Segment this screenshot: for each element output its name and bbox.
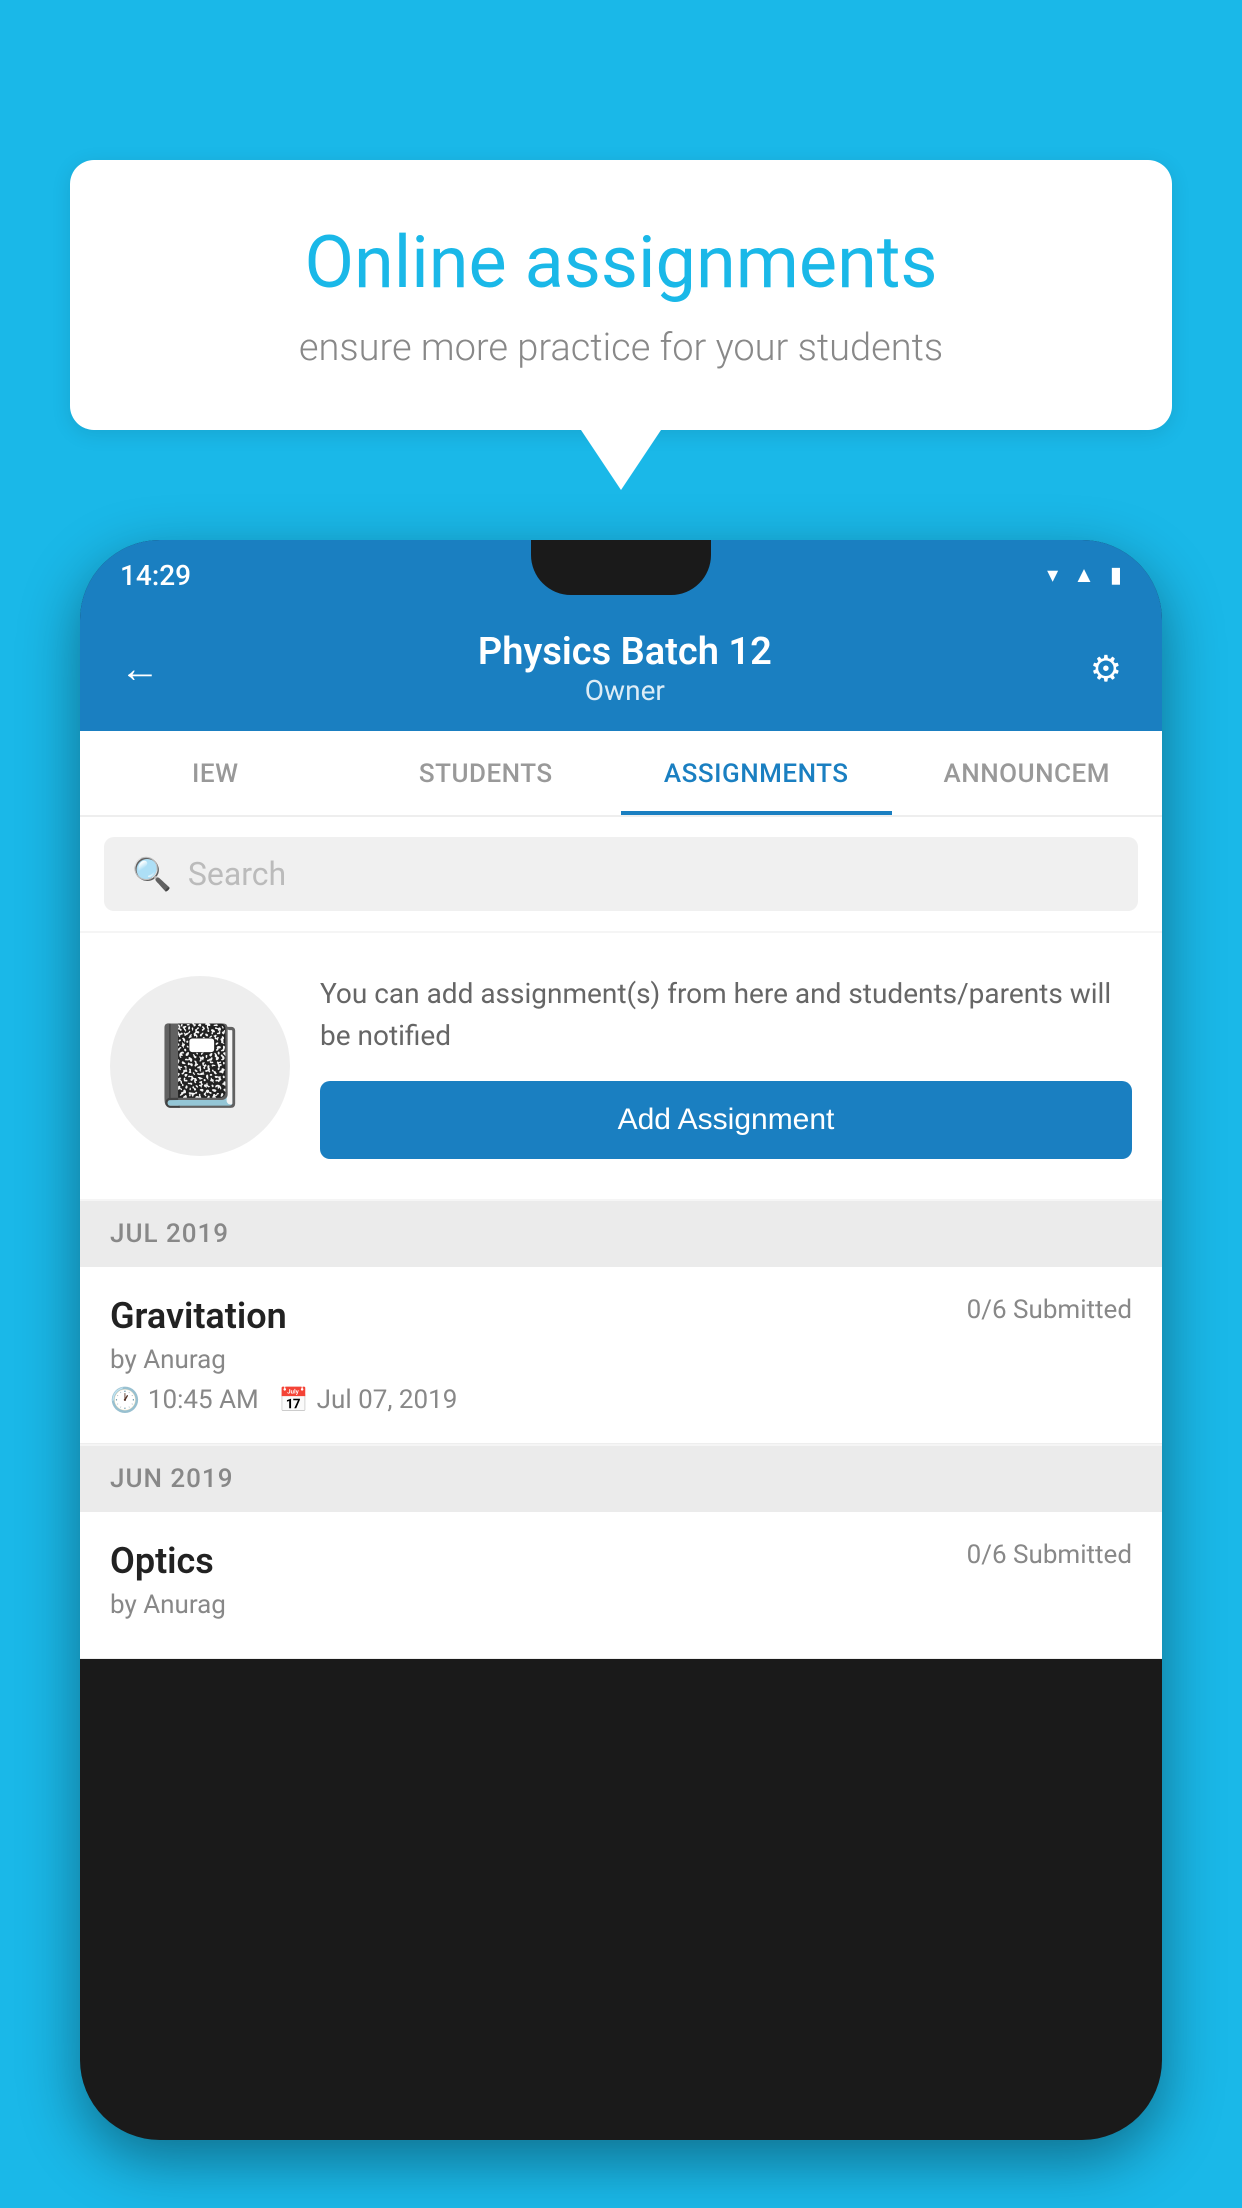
assignment-submitted-gravitation: 0/6 Submitted <box>967 1295 1132 1325</box>
assignment-item-gravitation[interactable]: Gravitation 0/6 Submitted by Anurag 🕐 10… <box>80 1267 1162 1444</box>
battery-icon: ▮ <box>1110 563 1122 588</box>
status-bar: 14:29 ▾ ▲ ▮ <box>80 540 1162 610</box>
section-header-jun: JUN 2019 <box>80 1446 1162 1512</box>
assignment-meta-row-gravitation: 🕐 10:45 AM 📅 Jul 07, 2019 <box>110 1385 1132 1415</box>
calendar-icon: 📅 <box>279 1386 309 1414</box>
back-button[interactable]: ← <box>120 645 160 692</box>
search-container: 🔍 Search <box>80 817 1162 931</box>
speech-bubble-container: Online assignments ensure more practice … <box>70 160 1172 490</box>
assignment-name-optics: Optics <box>110 1540 214 1582</box>
header-subtitle: Owner <box>478 674 772 707</box>
header-center: Physics Batch 12 Owner <box>478 630 772 707</box>
assignment-time-gravitation: 🕐 10:45 AM <box>110 1385 259 1415</box>
notebook-icon: 📓 <box>150 1019 250 1113</box>
app-content: 🔍 Search 📓 You can add assignment(s) fro… <box>80 817 1162 1659</box>
speech-bubble-title: Online assignments <box>140 220 1102 306</box>
tabs-bar: IEW STUDENTS ASSIGNMENTS ANNOUNCEM <box>80 731 1162 817</box>
assignment-author-gravitation: by Anurag <box>110 1345 1132 1375</box>
phone-frame: 14:29 ▾ ▲ ▮ ← Physics Batch 12 Owner ⚙ I… <box>80 540 1162 2140</box>
date-value-gravitation: Jul 07, 2019 <box>317 1385 458 1415</box>
add-assignment-area: 📓 You can add assignment(s) from here an… <box>80 933 1162 1199</box>
assignment-info-text: You can add assignment(s) from here and … <box>320 973 1132 1057</box>
signal-icon: ▲ <box>1073 562 1095 588</box>
tab-students[interactable]: STUDENTS <box>351 731 622 815</box>
app-header: ← Physics Batch 12 Owner ⚙ <box>80 610 1162 731</box>
tab-announcements[interactable]: ANNOUNCEM <box>892 731 1163 815</box>
status-icons: ▾ ▲ ▮ <box>1047 562 1122 588</box>
add-assignment-button[interactable]: Add Assignment <box>320 1081 1132 1159</box>
speech-bubble-tail <box>581 430 661 490</box>
notch <box>531 540 711 595</box>
assignment-date-gravitation: 📅 Jul 07, 2019 <box>279 1385 458 1415</box>
header-title: Physics Batch 12 <box>478 630 772 674</box>
section-header-jul: JUL 2019 <box>80 1201 1162 1267</box>
assignment-submitted-optics: 0/6 Submitted <box>967 1540 1132 1570</box>
assignment-author-optics: by Anurag <box>110 1590 1132 1620</box>
assignment-icon-circle: 📓 <box>110 976 290 1156</box>
assignment-item-row1-optics: Optics 0/6 Submitted <box>110 1540 1132 1582</box>
assignment-text-col: You can add assignment(s) from here and … <box>320 973 1132 1159</box>
tab-iew[interactable]: IEW <box>80 731 351 815</box>
search-bar[interactable]: 🔍 Search <box>104 837 1138 911</box>
status-time: 14:29 <box>120 559 191 592</box>
clock-icon: 🕐 <box>110 1386 140 1414</box>
settings-icon[interactable]: ⚙ <box>1090 648 1122 690</box>
assignment-item-optics[interactable]: Optics 0/6 Submitted by Anurag <box>80 1512 1162 1659</box>
search-placeholder: Search <box>188 855 286 893</box>
assignment-item-row1: Gravitation 0/6 Submitted <box>110 1295 1132 1337</box>
search-icon: 🔍 <box>132 855 172 893</box>
time-value-gravitation: 10:45 AM <box>148 1385 259 1415</box>
tab-assignments[interactable]: ASSIGNMENTS <box>621 731 892 815</box>
phone-wrapper: 14:29 ▾ ▲ ▮ ← Physics Batch 12 Owner ⚙ I… <box>80 540 1162 2208</box>
assignment-name-gravitation: Gravitation <box>110 1295 287 1337</box>
speech-bubble-subtitle: ensure more practice for your students <box>140 326 1102 370</box>
speech-bubble: Online assignments ensure more practice … <box>70 160 1172 430</box>
wifi-icon: ▾ <box>1047 563 1058 588</box>
